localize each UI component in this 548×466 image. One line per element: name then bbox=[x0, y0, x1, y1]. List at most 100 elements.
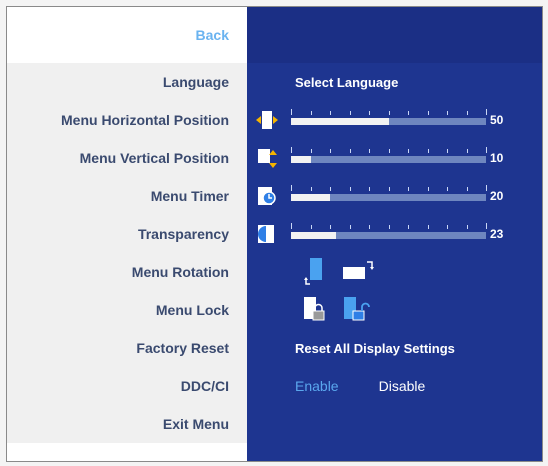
slider-tick bbox=[369, 225, 370, 229]
slider-tick bbox=[427, 149, 429, 153]
slider-track bbox=[291, 232, 486, 239]
slider-tick bbox=[408, 149, 409, 153]
horizontal-position-row: 50 bbox=[247, 101, 542, 139]
slider-tick bbox=[447, 149, 448, 153]
slider-tick bbox=[310, 187, 312, 191]
slider-tick bbox=[427, 225, 429, 229]
transparency-slider[interactable] bbox=[291, 223, 487, 245]
slider-tick bbox=[466, 187, 468, 191]
transparency-row: 23 bbox=[247, 215, 542, 253]
menu-item-label: Language bbox=[162, 74, 229, 90]
slider-ticks bbox=[291, 223, 487, 231]
menu-item-menu-timer[interactable]: Menu Timer bbox=[7, 177, 247, 215]
slider-tick bbox=[330, 187, 331, 191]
ddc-disable-option[interactable]: Disable bbox=[379, 378, 426, 394]
horizontal-position-slider[interactable] bbox=[291, 109, 487, 131]
slider-tick bbox=[466, 149, 468, 153]
slider-tick bbox=[310, 149, 312, 153]
slider-tick bbox=[408, 111, 409, 115]
slider-fill bbox=[291, 194, 330, 201]
slider-tick bbox=[486, 223, 487, 229]
menu-timer-value: 20 bbox=[490, 189, 504, 203]
rotate-landscape-icon[interactable] bbox=[341, 258, 377, 287]
vertical-position-value: 10 bbox=[490, 151, 504, 165]
slider-tick bbox=[349, 187, 351, 191]
factory-reset-row[interactable]: Reset All Display Settings bbox=[247, 329, 542, 367]
slider-tick bbox=[310, 111, 312, 115]
menu-item-label: Menu Rotation bbox=[131, 264, 229, 280]
menu-item-label: Exit Menu bbox=[162, 416, 229, 432]
menu-lock-row bbox=[247, 291, 542, 329]
menu-item-menu-rotation[interactable]: Menu Rotation bbox=[7, 253, 247, 291]
slider-tick bbox=[427, 187, 429, 191]
rotate-portrait-icon[interactable] bbox=[301, 256, 327, 289]
transparency-icon bbox=[255, 222, 279, 246]
menu-timer-row: 20 bbox=[247, 177, 542, 215]
slider-tick bbox=[388, 149, 390, 153]
vertical-position-slider[interactable] bbox=[291, 147, 487, 169]
slider-tick bbox=[369, 187, 370, 191]
slider-tick bbox=[369, 111, 370, 115]
menu-item-label: Menu Horizontal Position bbox=[61, 112, 229, 128]
slider-tick bbox=[349, 111, 351, 115]
slider-tick bbox=[447, 225, 448, 229]
menu-item-exit-menu[interactable]: Exit Menu bbox=[7, 405, 247, 443]
osd-menu: Back Language Menu Horizontal Position M… bbox=[6, 6, 543, 462]
menu-rotation-row bbox=[247, 253, 542, 291]
menu-item-transparency[interactable]: Transparency bbox=[7, 215, 247, 253]
menu-item-label: DDC/CI bbox=[180, 378, 229, 394]
slider-tick bbox=[349, 225, 351, 229]
settings-header bbox=[247, 7, 542, 63]
slider-tick bbox=[388, 187, 390, 191]
reset-all-settings-text: Reset All Display Settings bbox=[295, 340, 455, 356]
slider-tick bbox=[466, 111, 468, 115]
menu-item-vertical-position[interactable]: Menu Vertical Position bbox=[7, 139, 247, 177]
slider-tick bbox=[369, 149, 370, 153]
slider-tick bbox=[388, 225, 390, 229]
slider-tick bbox=[291, 185, 292, 191]
slider-track bbox=[291, 118, 486, 125]
slider-ticks bbox=[291, 185, 487, 193]
menu-unlock-icon[interactable] bbox=[341, 295, 371, 326]
menu-timer-slider[interactable] bbox=[291, 185, 487, 207]
slider-track bbox=[291, 194, 486, 201]
slider-fill bbox=[291, 118, 389, 125]
language-row[interactable]: Select Language bbox=[247, 63, 542, 101]
slider-fill bbox=[291, 232, 336, 239]
slider-tick bbox=[291, 147, 292, 153]
slider-tick bbox=[486, 185, 487, 191]
vertical-position-row: 10 bbox=[247, 139, 542, 177]
slider-tick bbox=[388, 111, 390, 115]
slider-tick bbox=[447, 111, 448, 115]
slider-ticks bbox=[291, 147, 487, 155]
menu-item-factory-reset[interactable]: Factory Reset bbox=[7, 329, 247, 367]
slider-tick bbox=[330, 111, 331, 115]
slider-tick bbox=[330, 225, 331, 229]
back-button[interactable]: Back bbox=[7, 7, 247, 63]
slider-track bbox=[291, 156, 486, 163]
menu-item-menu-lock[interactable]: Menu Lock bbox=[7, 291, 247, 329]
menu-item-language[interactable]: Language bbox=[7, 63, 247, 101]
ddc-enable-option[interactable]: Enable bbox=[295, 378, 339, 394]
menu-item-label: Menu Timer bbox=[150, 188, 229, 204]
menu-item-label: Factory Reset bbox=[136, 340, 229, 356]
slider-tick bbox=[310, 225, 312, 229]
horizontal-position-icon bbox=[255, 108, 279, 132]
slider-tick bbox=[466, 225, 468, 229]
back-label: Back bbox=[195, 27, 229, 43]
menu-item-label: Menu Vertical Position bbox=[79, 150, 229, 166]
slider-tick bbox=[486, 109, 487, 115]
menu-lock-icon[interactable] bbox=[301, 295, 327, 326]
slider-tick bbox=[291, 109, 292, 115]
menu-item-ddc-ci[interactable]: DDC/CI bbox=[7, 367, 247, 405]
select-language-text: Select Language bbox=[295, 74, 399, 90]
ddc-ci-row: Enable Disable bbox=[247, 367, 542, 405]
menu-item-horizontal-position[interactable]: Menu Horizontal Position bbox=[7, 101, 247, 139]
slider-tick bbox=[486, 147, 487, 153]
vertical-position-icon bbox=[255, 146, 279, 170]
menu-timer-icon bbox=[255, 184, 279, 208]
horizontal-position-value: 50 bbox=[490, 113, 504, 127]
slider-tick bbox=[330, 149, 331, 153]
slider-ticks bbox=[291, 109, 487, 117]
slider-fill bbox=[291, 156, 311, 163]
